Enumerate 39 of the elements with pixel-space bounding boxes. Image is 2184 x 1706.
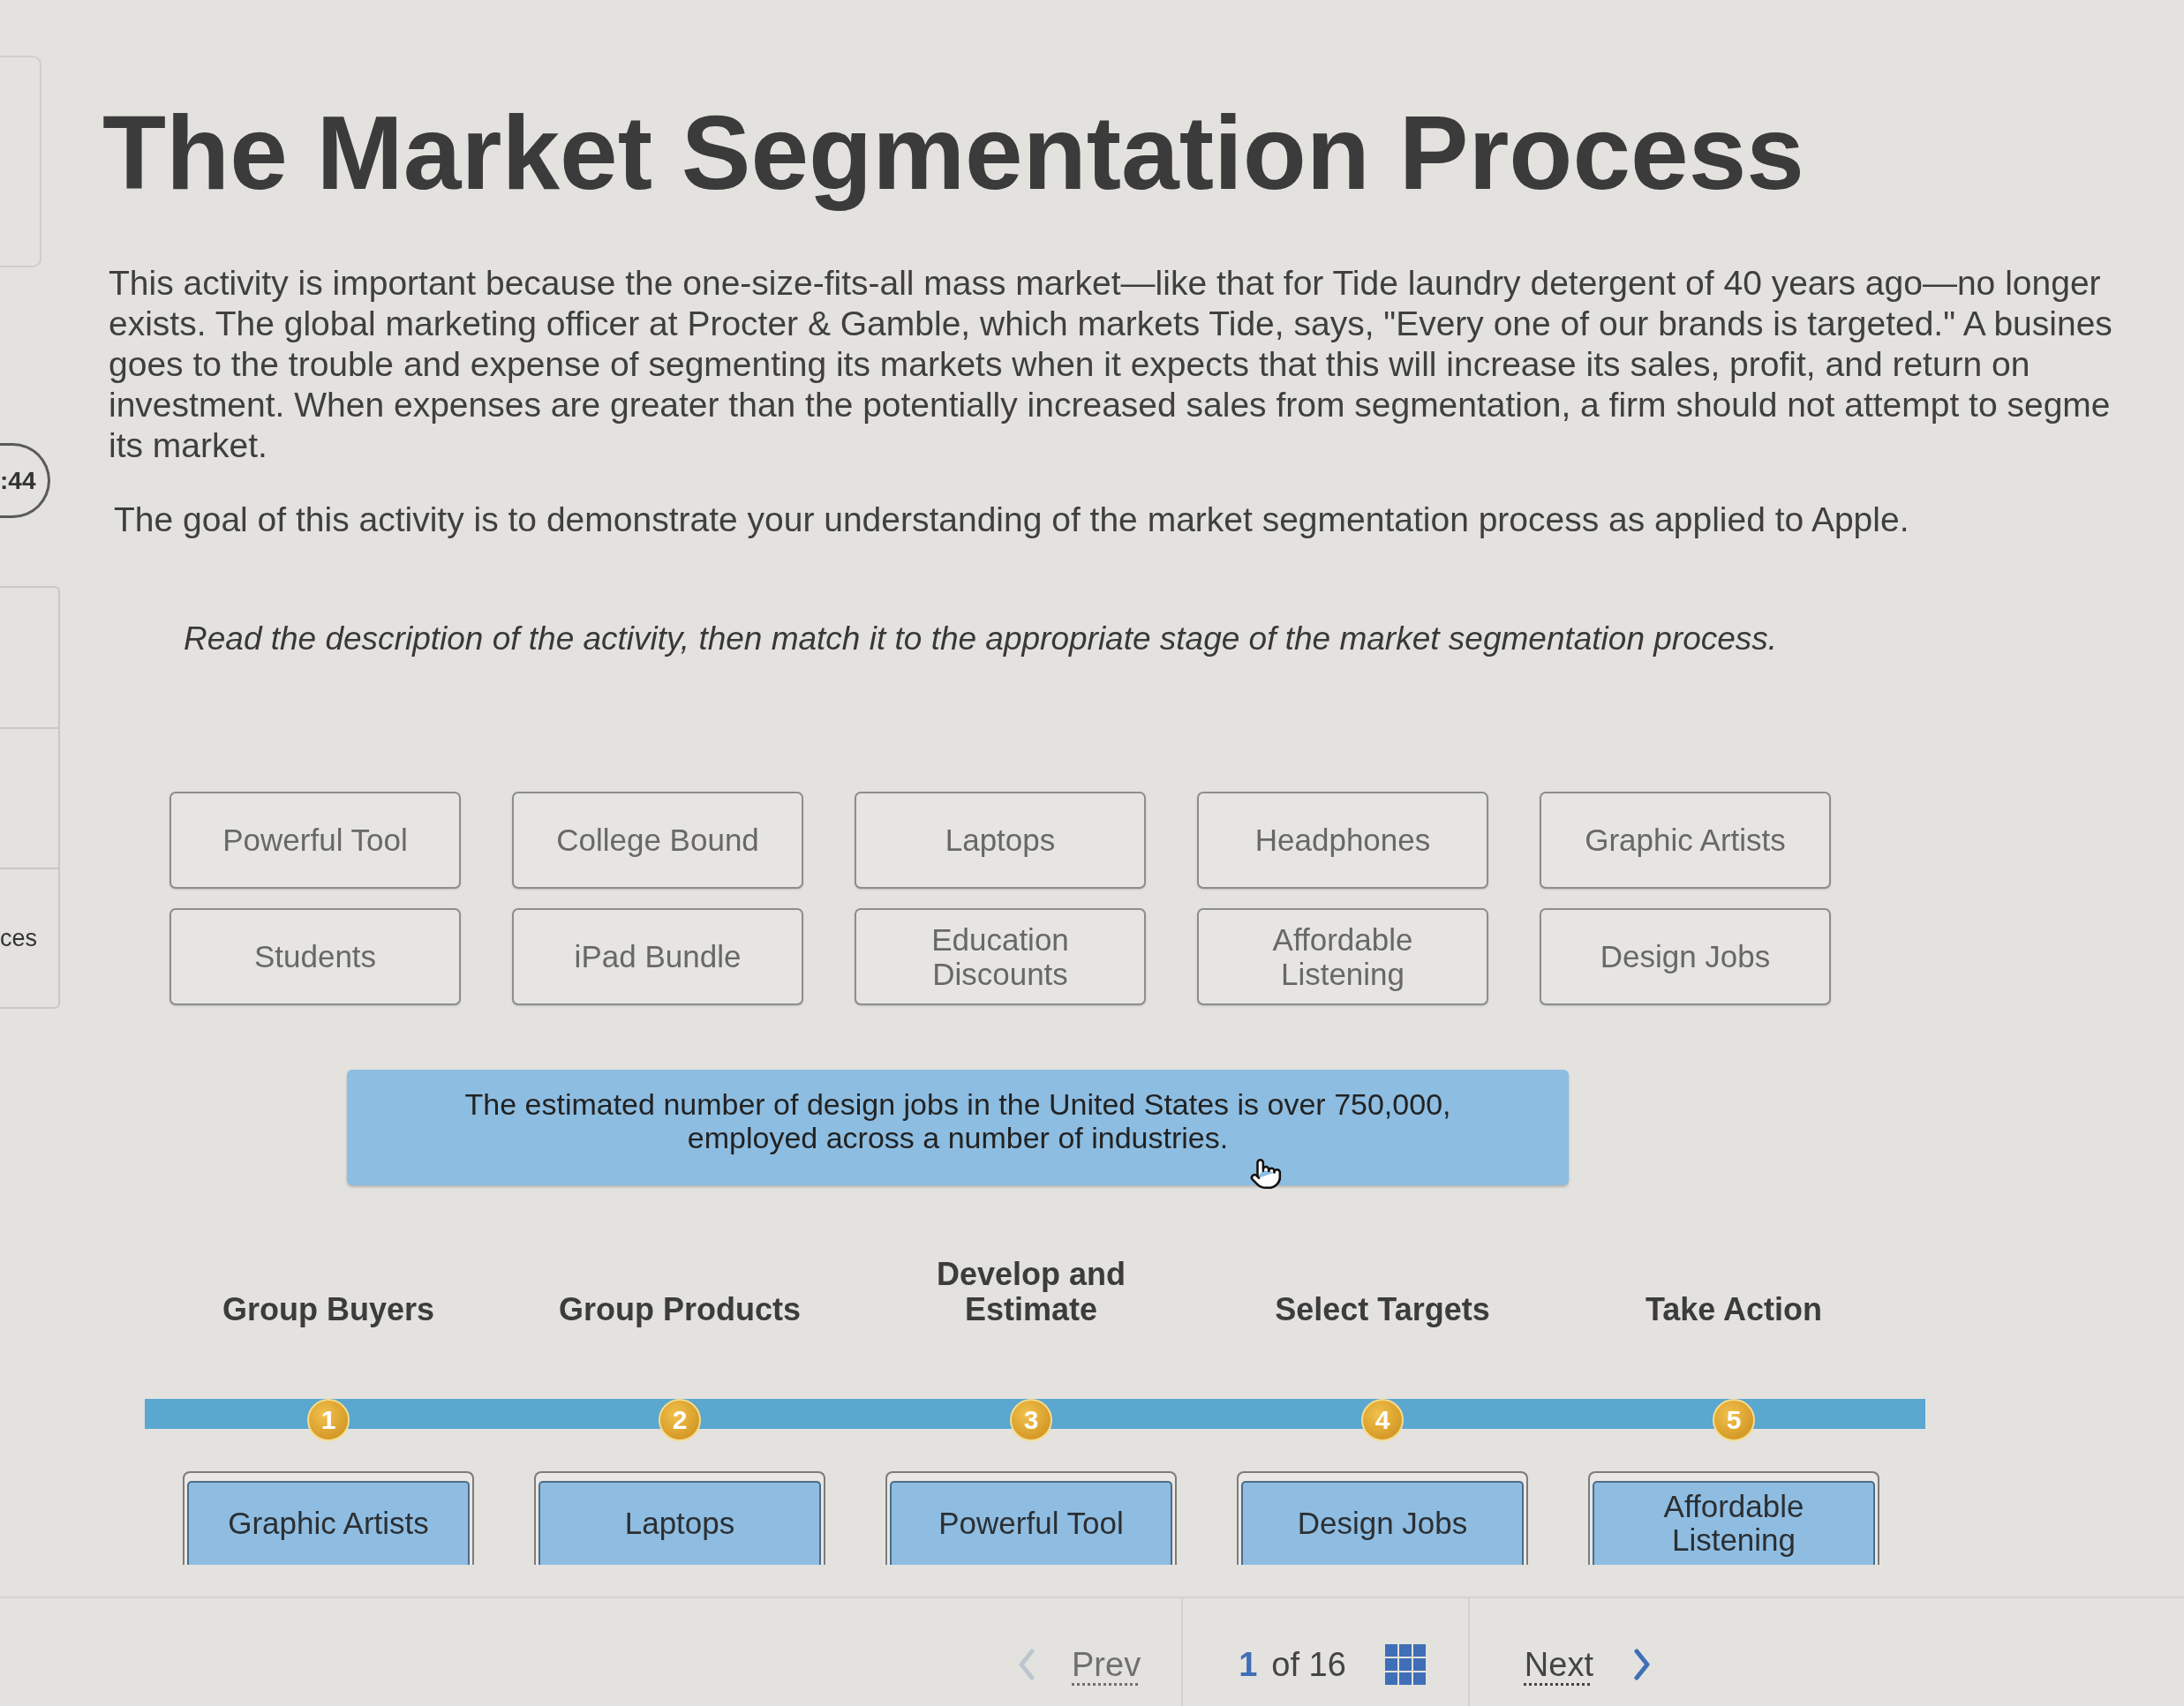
stage-label: Select Targets [1274, 1291, 1491, 1327]
placed-card[interactable]: Powerful Tool [890, 1480, 1172, 1565]
step-badge: 1 [307, 1398, 350, 1441]
chevron-left-icon [1017, 1648, 1036, 1680]
page-total: of 16 [1271, 1647, 1346, 1681]
answer-card[interactable]: Powerful Tool [169, 791, 461, 889]
answer-card[interactable]: Design Jobs [1540, 907, 1831, 1005]
goal-paragraph: The goal of this activity is to demonstrate your understanding of the market segmentation process as applied to Apple. [114, 499, 1909, 540]
answer-card[interactable]: Affordable Listening [1197, 907, 1488, 1005]
intro-paragraph: This activity is important because the one-size-fits-all mass market—like that for Tide laundry detergent of 40 years ago—no longer exists. The global marketing officer at Procter & Gamble, which markets Tide, says, "Every one of our brands is targeted." A busines goes to the trouble and expense of segmenting its markets when it expects that this will increase its sales, profit, and return on investment. When expenses are greater than the potentially increased sales from segmentation, a firm should not attempt to segme its market. [109, 262, 2112, 466]
answer-card[interactable]: Laptops [855, 791, 1146, 889]
answer-card[interactable]: Students [169, 907, 461, 1005]
page-title: The Market Segmentation Process [102, 94, 1804, 213]
page-number: 1 [1239, 1647, 1258, 1681]
placed-card[interactable]: Affordable Listening [1593, 1480, 1875, 1565]
sidebar-label[interactable]: ces [0, 926, 38, 951]
answer-card[interactable]: Headphones [1197, 791, 1488, 889]
placed-card[interactable]: Design Jobs [1241, 1480, 1524, 1565]
stage-label: Develop and Estimate [935, 1256, 1127, 1327]
stage-label: Take Action [1644, 1291, 1823, 1327]
answer-card[interactable]: Graphic Artists [1540, 791, 1831, 889]
answer-card[interactable]: iPad Bundle [512, 907, 803, 1005]
stage-label: Group Products [558, 1291, 802, 1327]
timer-text: :44 [0, 468, 36, 493]
grid-icon[interactable] [1384, 1643, 1426, 1685]
stage-label: Group Buyers [221, 1291, 435, 1327]
answer-card[interactable]: College Bound [512, 791, 803, 889]
step-badge: 3 [1010, 1398, 1052, 1441]
step-badge: 4 [1361, 1398, 1404, 1441]
hand-cursor-icon [1249, 1156, 1283, 1191]
step-badge: 2 [659, 1398, 701, 1441]
chevron-right-icon [1631, 1648, 1652, 1680]
prompt-text: The estimated number of design jobs in the United States is over 750,000, employed across a number of industries. [464, 1086, 1451, 1154]
next-button[interactable]: Next [1469, 1597, 1652, 1706]
placed-card[interactable]: Graphic Artists [187, 1480, 470, 1565]
instruction-text: Read the description of the activity, then match it to the appropriate stage of the market segmentation process. [184, 619, 1778, 658]
step-badge: 5 [1713, 1398, 1755, 1441]
placed-card[interactable]: Laptops [538, 1480, 821, 1565]
answer-card[interactable]: Education Discounts [855, 907, 1146, 1005]
